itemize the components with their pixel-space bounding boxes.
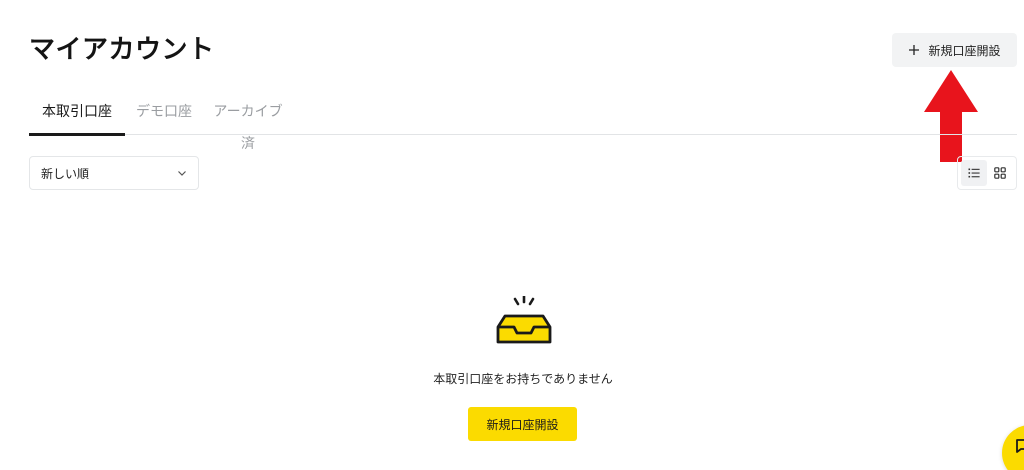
tab-demo-accounts[interactable]: デモ口座 [136,96,192,135]
new-account-button[interactable]: 新規口座開設 [892,33,1017,67]
grid-icon [994,167,1006,179]
my-account-page: マイアカウント 新規口座開設 本取引口座 デモ口座 アーカイブ済 新しい順 本取… [0,0,1024,470]
page-title: マイアカウント [29,35,215,65]
empty-state-message: 本取引口座をお持ちでありません [433,372,613,386]
sort-select[interactable]: 新しい順 [29,156,199,190]
empty-tray-icon [496,296,552,344]
list-icon [968,168,980,178]
list-view-button[interactable] [961,160,987,186]
sort-select-value: 新しい順 [41,166,90,181]
view-toggle [957,156,1017,190]
plus-icon [909,45,920,55]
chat-icon [1016,439,1024,453]
chat-button[interactable] [1002,425,1024,470]
chevron-down-icon [178,171,186,176]
account-tabs: 本取引口座 デモ口座 アーカイブ済 [29,96,1017,152]
tab-live-accounts[interactable]: 本取引口座 [29,96,125,136]
new-account-button-label: 新規口座開設 [928,43,1001,58]
grid-view-button[interactable] [987,160,1013,186]
empty-state-new-account-button[interactable]: 新規口座開設 [468,407,577,441]
tab-archived[interactable]: アーカイブ済 [213,96,283,152]
